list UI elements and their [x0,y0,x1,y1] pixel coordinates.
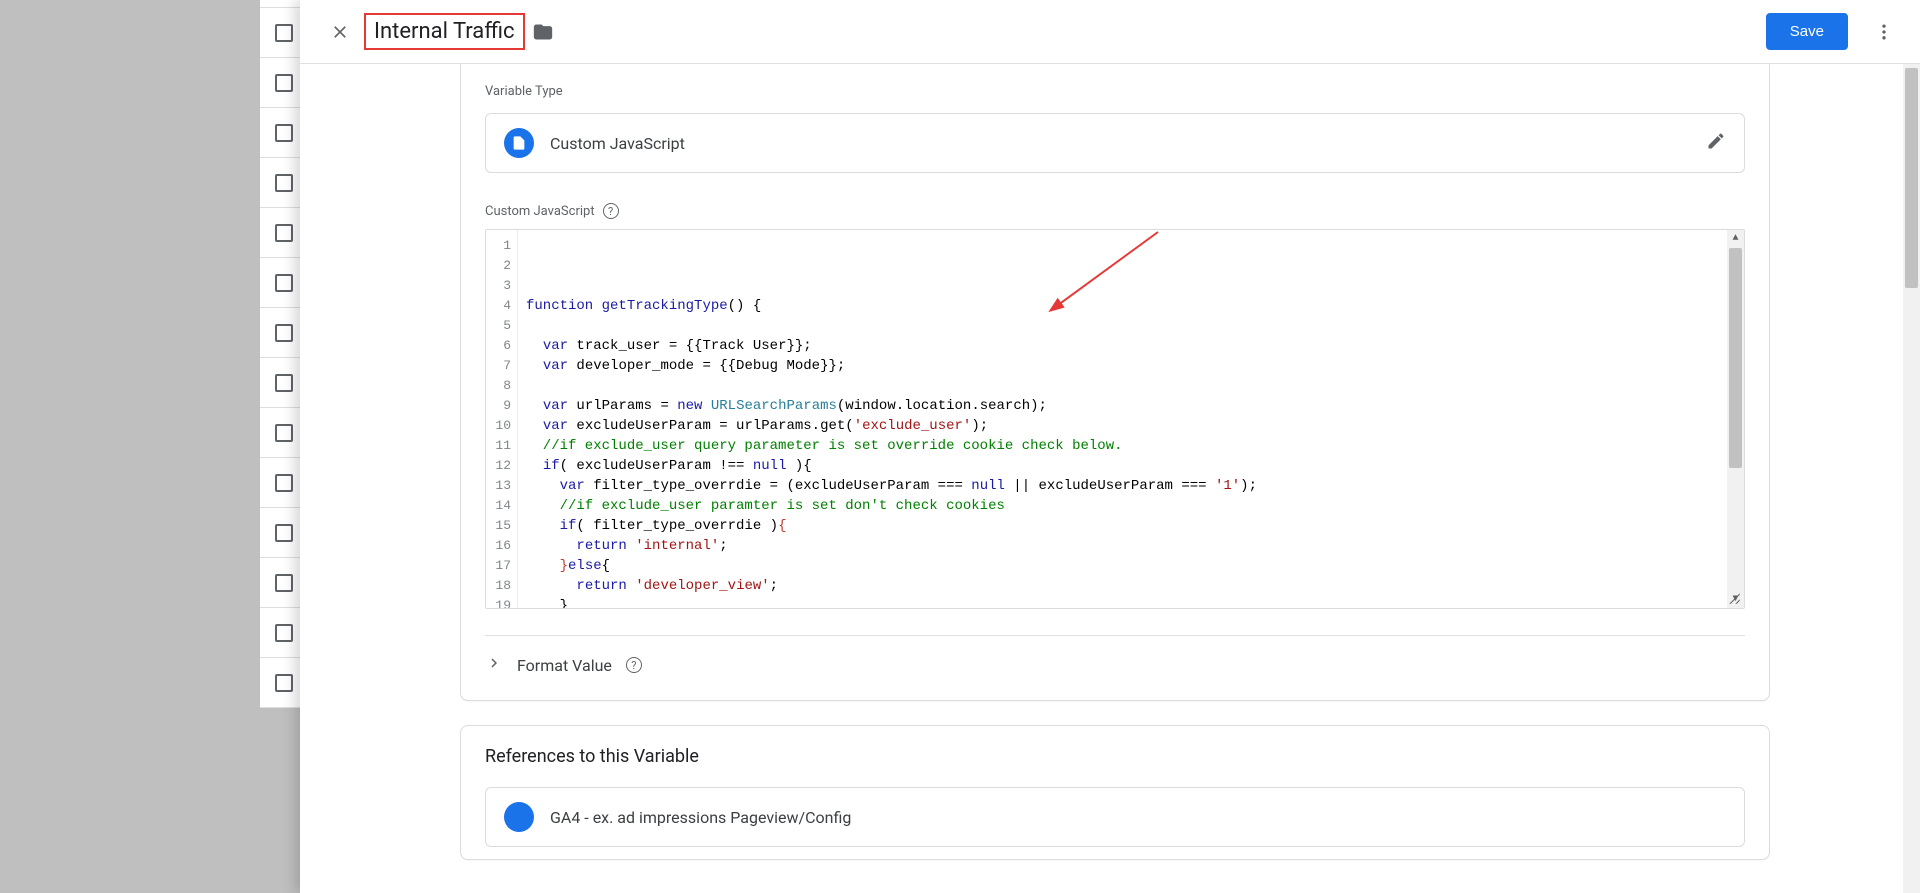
code-line: //if exclude_user paramter is set don't … [526,496,1719,516]
help-icon[interactable]: ? [626,657,642,673]
code-line: function getTrackingType() { [526,296,1719,316]
scroll-up-arrow[interactable]: ▲ [1727,230,1744,247]
code-line: return 'developer_view'; [526,576,1719,596]
code-line: //if exclude_user query parameter is set… [526,436,1719,456]
kebab-icon [1874,22,1894,42]
row-checkbox[interactable] [275,174,293,192]
code-line: }else{ [526,556,1719,576]
row-checkbox[interactable] [275,74,293,92]
variable-editor-panel: Internal Traffic Save Variable Type Cust… [300,0,1920,893]
editor-scrollbar[interactable]: ▲ ▼ [1727,230,1744,608]
row-checkbox[interactable] [275,574,293,592]
code-line: var excludeUserParam = urlParams.get('ex… [526,416,1719,436]
variable-config-card: Variable Type Custom JavaScript Custom J… [460,64,1770,701]
chevron-right-icon [485,654,503,676]
panel-header: Internal Traffic Save [300,0,1920,64]
folder-icon[interactable] [533,22,553,42]
code-line: } [526,596,1719,608]
code-area[interactable]: function getTrackingType() { var track_u… [518,230,1727,608]
tag-icon [504,802,534,832]
panel-scrollbar[interactable] [1903,64,1920,893]
panel-body: Variable Type Custom JavaScript Custom J… [300,64,1920,893]
code-line [526,376,1719,396]
panel-scroll-thumb[interactable] [1905,68,1918,288]
variable-type-name: Custom JavaScript [550,134,685,153]
code-line: return 'internal'; [526,536,1719,556]
reference-row[interactable]: GA4 - ex. ad impressions Pageview/Config [485,787,1745,847]
format-value-label: Format Value [517,656,612,675]
row-checkbox[interactable] [275,324,293,342]
code-editor[interactable]: 1 2 3 4 5 6 7 8 9 10 11 12 13 14 15 16 1 [485,229,1745,609]
variable-type-label: Variable Type [485,84,1745,99]
row-checkbox[interactable] [275,524,293,542]
references-card: References to this Variable GA4 - ex. ad… [460,725,1770,860]
scroll-thumb[interactable] [1729,248,1742,468]
code-line [526,316,1719,336]
code-line: var track_user = {{Track User}}; [526,336,1719,356]
row-checkbox[interactable] [275,474,293,492]
row-checkbox[interactable] [275,274,293,292]
more-menu-button[interactable] [1864,12,1904,52]
references-title: References to this Variable [485,746,1745,767]
code-line: var urlParams = new URLSearchParams(wind… [526,396,1719,416]
code-line: var filter_type_overrdie = (excludeUserP… [526,476,1719,496]
save-button[interactable]: Save [1766,13,1848,50]
format-value-expander[interactable]: Format Value ? [485,654,1745,676]
variable-type-selector[interactable]: Custom JavaScript [485,113,1745,173]
code-line: var developer_mode = {{Debug Mode}}; [526,356,1719,376]
code-line: if( filter_type_overrdie ){ [526,516,1719,536]
variable-name-input[interactable]: Internal Traffic [364,13,525,50]
pencil-icon [1706,131,1726,151]
row-checkbox[interactable] [275,374,293,392]
custom-js-icon [504,128,534,158]
close-button[interactable] [316,8,364,56]
row-checkbox[interactable] [275,224,293,242]
row-checkbox[interactable] [275,424,293,442]
section-divider [485,635,1745,636]
custom-js-label: Custom JavaScript [485,204,595,219]
row-checkbox[interactable] [275,24,293,42]
row-checkbox[interactable] [275,124,293,142]
line-number-gutter: 1 2 3 4 5 6 7 8 9 10 11 12 13 14 15 16 1 [486,230,518,608]
row-checkbox[interactable] [275,624,293,642]
code-line: if( excludeUserParam !== null ){ [526,456,1719,476]
row-checkbox[interactable] [275,674,293,692]
help-icon[interactable]: ? [603,203,619,219]
close-icon [330,22,350,42]
reference-label: GA4 - ex. ad impressions Pageview/Config [550,808,851,827]
edit-type-button[interactable] [1706,131,1726,155]
editor-resize-handle[interactable] [1724,588,1742,606]
